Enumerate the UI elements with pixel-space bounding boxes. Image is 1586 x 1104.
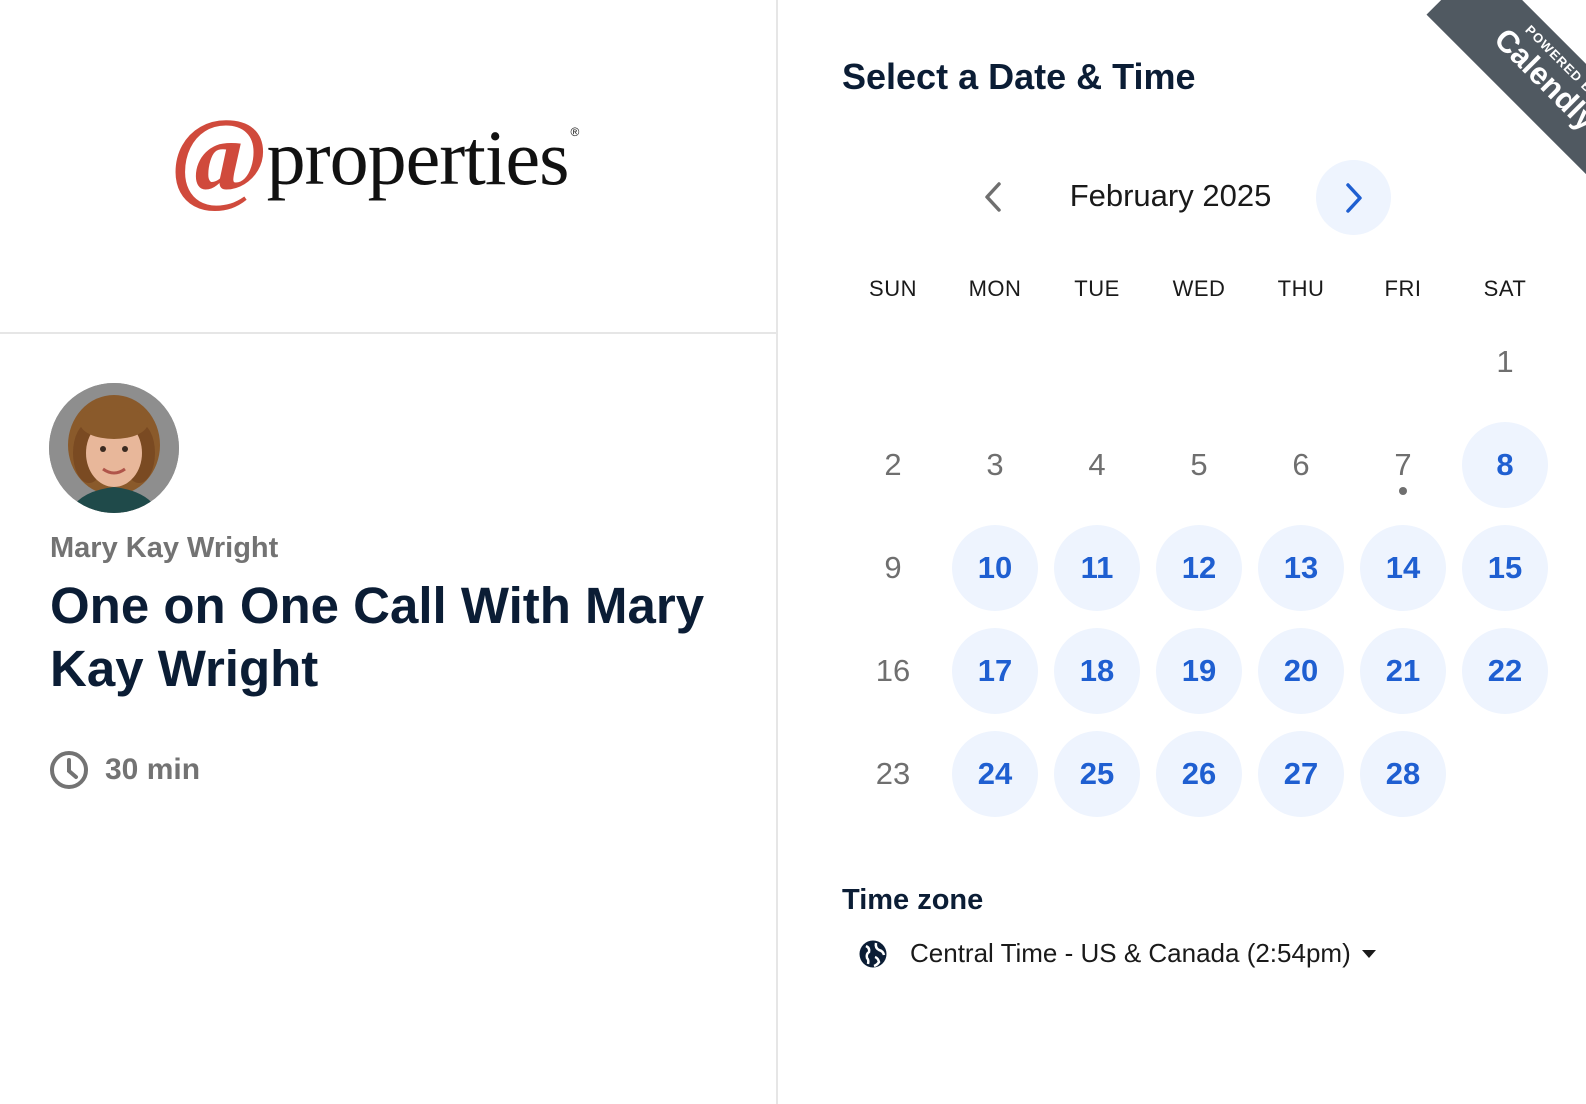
chevron-left-icon — [985, 182, 1001, 212]
day-unavailable-2: 2 — [884, 447, 902, 482]
day-available-28[interactable]: 28 — [1360, 731, 1446, 817]
day-unavailable-3: 3 — [986, 447, 1004, 482]
event-duration: 30 min — [49, 750, 200, 790]
day-unavailable-5: 5 — [1190, 447, 1208, 482]
company-logo: @ properties ® — [170, 103, 580, 212]
day-available-19[interactable]: 19 — [1156, 628, 1242, 714]
logo-at-symbol: @ — [170, 97, 269, 214]
day-available-13[interactable]: 13 — [1258, 525, 1344, 611]
day-available-14[interactable]: 14 — [1360, 525, 1446, 611]
day-available-26[interactable]: 26 — [1156, 731, 1242, 817]
day-unavailable-6: 6 — [1292, 447, 1310, 482]
day-unavailable-4: 4 — [1088, 447, 1106, 482]
day-available-24[interactable]: 24 — [952, 731, 1038, 817]
weekday-fri: FRI — [1384, 276, 1422, 301]
weekday-sun: SUN — [869, 276, 917, 301]
powered-by-ribbon[interactable]: POWERED BY Calendly — [1376, 0, 1586, 200]
timezone-heading: Time zone — [842, 884, 984, 916]
next-month-button[interactable] — [1316, 160, 1391, 235]
weekday-wed: WED — [1172, 276, 1226, 301]
calendar-grid: 1 2 3 4 5 6 7 8 9 10 11 12 13 14 15 16 17 18 19 20 21 22 23 24 2… — [842, 311, 1556, 831]
day-available-27[interactable]: 27 — [1258, 731, 1344, 817]
day-unavailable-23: 23 — [875, 756, 911, 791]
weekday-header: SUN MON TUE WED THU FRI SAT — [842, 276, 1556, 306]
logo-registered-mark: ® — [570, 125, 580, 139]
logo-area: @ properties ® — [0, 0, 776, 334]
day-available-20[interactable]: 20 — [1258, 628, 1344, 714]
day-available-12[interactable]: 12 — [1156, 525, 1242, 611]
ribbon-brand: Calendly — [1487, 21, 1586, 138]
day-available-25[interactable]: 25 — [1054, 731, 1140, 817]
globe-icon — [859, 940, 887, 967]
day-unavailable-9: 9 — [884, 550, 902, 585]
day-available-18[interactable]: 18 — [1054, 628, 1140, 714]
month-navigation: February 2025 — [973, 158, 1393, 236]
host-name: Mary Kay Wright — [50, 532, 279, 564]
weekday-tue: TUE — [1074, 276, 1120, 301]
calendly-badge[interactable]: POWERED BY Calendly — [1426, 0, 1586, 199]
weekday-sat: SAT — [1483, 276, 1527, 301]
host-avatar — [49, 383, 179, 513]
avatar-photo-icon — [49, 383, 179, 513]
day-available-21[interactable]: 21 — [1360, 628, 1446, 714]
caret-down-icon — [1361, 949, 1376, 958]
day-available-17[interactable]: 17 — [952, 628, 1038, 714]
previous-month-button[interactable] — [973, 158, 1013, 236]
month-label: February 2025 — [1069, 178, 1272, 213]
day-available-15[interactable]: 15 — [1462, 525, 1548, 611]
day-available-11[interactable]: 11 — [1054, 525, 1140, 611]
day-available-10[interactable]: 10 — [952, 525, 1038, 611]
event-details-panel: @ properties ® Mary Kay Wright One on On… — [0, 0, 778, 1104]
day-unavailable-1: 1 — [1496, 344, 1514, 379]
day-unavailable-7: 7 — [1360, 422, 1446, 508]
day-unavailable-16: 16 — [875, 653, 911, 688]
weekday-thu: THU — [1277, 276, 1325, 301]
page-title: Select a Date & Time — [842, 56, 1196, 97]
event-title: One on One Call With Mary Kay Wright — [50, 577, 705, 697]
duration-label: 30 min — [105, 753, 201, 786]
timezone-value: Central Time - US & Canada (2:54pm) — [910, 938, 1351, 968]
scheduler-panel: Select a Date & Time POWERED BY Calendly… — [778, 0, 1586, 1104]
clock-icon — [50, 751, 88, 789]
weekday-mon: MON — [968, 276, 1022, 301]
day-available-22[interactable]: 22 — [1462, 628, 1548, 714]
logo-wordmark: properties — [266, 114, 570, 201]
timezone-select[interactable]: Central Time - US & Canada (2:54pm) — [858, 938, 1377, 969]
day-available-8[interactable]: 8 — [1462, 422, 1548, 508]
chevron-right-icon — [1345, 182, 1362, 213]
today-indicator — [1399, 487, 1407, 495]
